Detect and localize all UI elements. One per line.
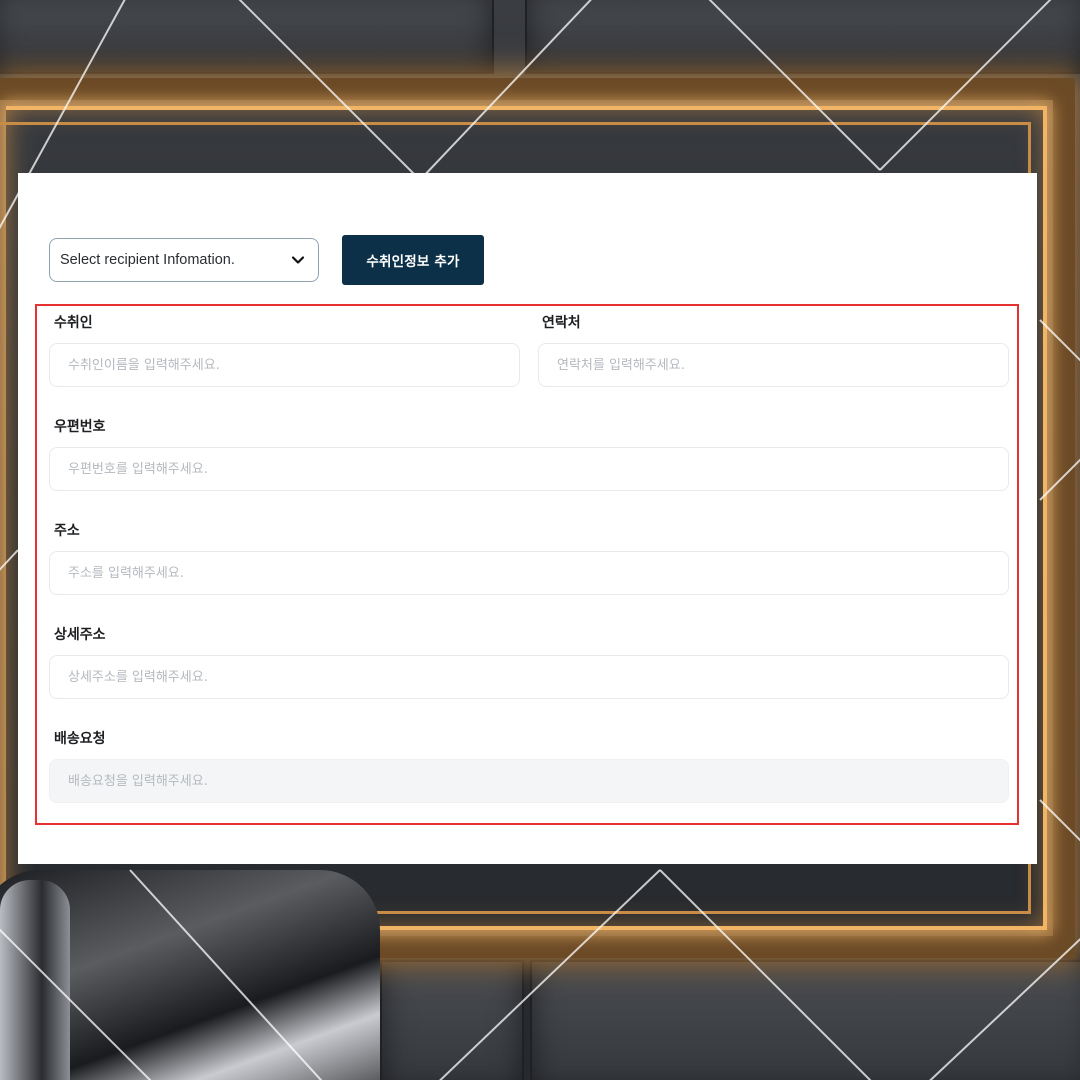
- recipient-fields-highlight: 수취인 연락처 우편번호 주소 상세주소 배송요청: [35, 304, 1019, 825]
- add-recipient-info-button[interactable]: 수취인정보 추가: [342, 235, 484, 285]
- delivery-request-label: 배송요청: [54, 731, 106, 747]
- contact-input[interactable]: [538, 343, 1009, 387]
- chevron-down-icon: [291, 256, 305, 264]
- address-input[interactable]: [49, 551, 1009, 595]
- recipient-name-input[interactable]: [49, 343, 520, 387]
- recipient-select-value: Select recipient Infomation.: [60, 252, 235, 268]
- delivery-request-input[interactable]: [49, 759, 1009, 803]
- contact-label: 연락처: [542, 315, 581, 331]
- recipient-label: 수취인: [54, 315, 93, 331]
- postal-code-input[interactable]: [49, 447, 1009, 491]
- address-label: 주소: [54, 523, 80, 539]
- detail-address-label: 상세주소: [54, 627, 106, 643]
- recipient-form-card: Select recipient Infomation. 수취인정보 추가 수취…: [18, 173, 1037, 864]
- detail-address-input[interactable]: [49, 655, 1009, 699]
- recipient-select[interactable]: Select recipient Infomation.: [49, 238, 319, 282]
- recipient-toolbar: Select recipient Infomation. 수취인정보 추가: [49, 235, 549, 285]
- postal-code-label: 우편번호: [54, 419, 106, 435]
